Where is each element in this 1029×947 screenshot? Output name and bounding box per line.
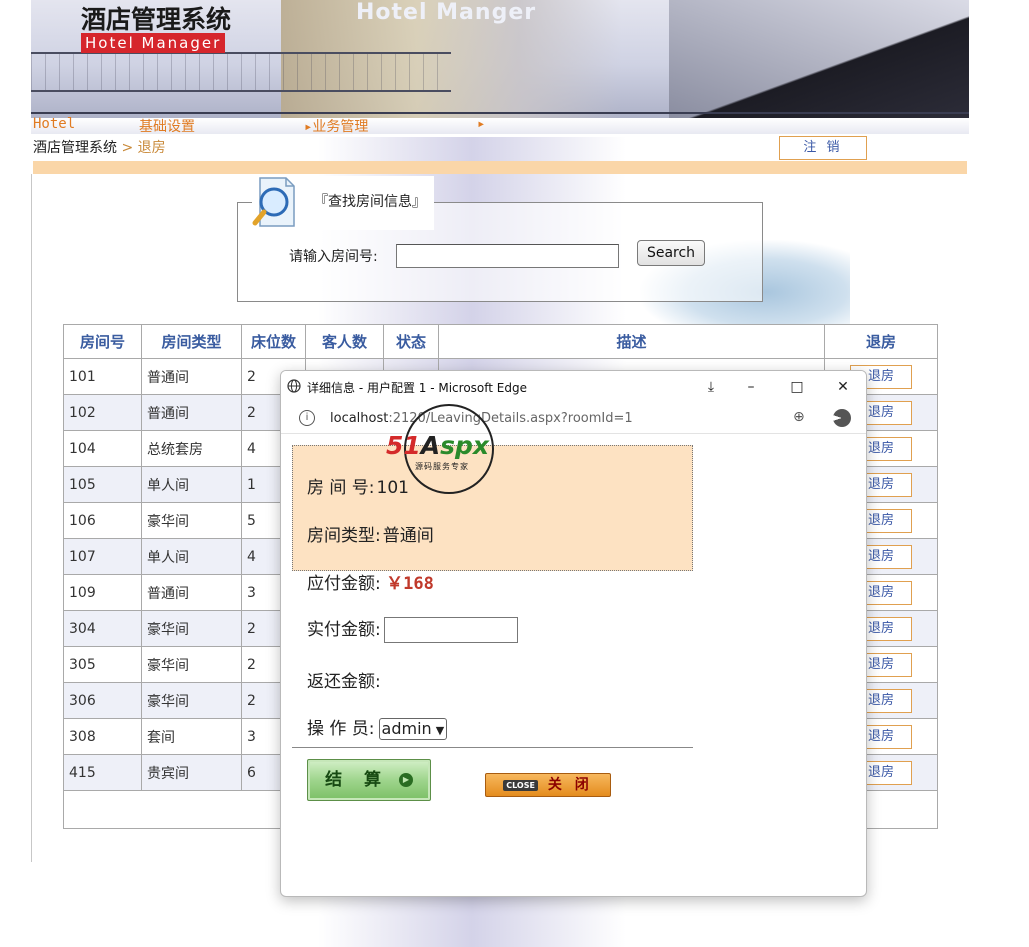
watermark-logo: 51Aspx 源码服务专家 <box>386 404 516 494</box>
header-checkout: 退房 <box>824 324 938 359</box>
edge-icon[interactable] <box>833 409 851 427</box>
change-label: 返还金额: <box>307 672 381 692</box>
change-row: 返还金额: <box>307 667 381 692</box>
paid-row: 实付金额: <box>307 615 518 643</box>
room-number-cell: 105 <box>63 466 142 503</box>
room-number-cell: 304 <box>63 610 142 647</box>
close-label: 关 闭 <box>547 777 593 793</box>
paid-amount-input[interactable] <box>383 617 518 643</box>
breadcrumb: 酒店管理系统 > 退房 <box>33 137 166 157</box>
details-popup-window: 详细信息 - 用户配置 1 - Microsoft Edge ⤓ – □ ✕ i… <box>280 370 867 897</box>
popup-title: 详细信息 - 用户配置 1 - Microsoft Edge <box>307 381 527 395</box>
logo-english: Hotel Manager <box>81 33 226 53</box>
room-number-cell: 106 <box>63 502 142 539</box>
search-label: 请输入房间号: <box>289 249 378 265</box>
header-description: 描述 <box>438 324 825 359</box>
operator-select[interactable]: admin ▼ <box>378 718 448 740</box>
close-button[interactable]: CLOSE 关 闭 <box>485 773 611 797</box>
room-number-cell: 305 <box>63 646 142 683</box>
room-type-cell: 套间 <box>141 718 242 755</box>
watermark-subtitle: 源码服务专家 <box>415 462 469 471</box>
zoom-icon[interactable]: ⊕ <box>793 409 805 425</box>
table-header-row: 房间号 房间类型 床位数 客人数 状态 描述 退房 <box>63 324 938 359</box>
room-number-cell: 107 <box>63 538 142 575</box>
header-guests: 客人数 <box>305 324 384 359</box>
header-room-no: 房间号 <box>63 324 142 359</box>
search-button[interactable]: Search <box>637 240 705 266</box>
room-type-cell: 贵宾间 <box>141 754 242 791</box>
download-icon[interactable]: ⤓ <box>697 376 725 398</box>
room-number-cell: 306 <box>63 682 142 719</box>
room-number-cell: 104 <box>63 430 142 467</box>
room-number-cell: 101 <box>63 358 142 395</box>
nav-item-basic-settings[interactable]: 基础设置 <box>139 116 195 136</box>
room-type-label: 房间类型: <box>307 526 381 546</box>
close-tag: CLOSE <box>503 779 538 791</box>
room-type-cell: 总统套房 <box>141 430 242 467</box>
logo-chinese: 酒店管理系统 <box>81 5 232 34</box>
content-left-border <box>31 174 32 862</box>
room-number-input[interactable] <box>396 244 619 268</box>
banner-city-photo <box>669 0 969 118</box>
popup-address-bar: i localhost:2120/LeavingDetails.aspx?roo… <box>281 404 866 434</box>
popup-body: 房 间 号: 101 房间类型: 普通间 应付金额: ￥168 实付金额: 返还金额… <box>281 435 866 896</box>
room-type-row: 房间类型: 普通间 <box>307 521 434 546</box>
watermark-brand: 51Aspx <box>386 431 490 460</box>
room-type-cell: 普通间 <box>141 574 242 611</box>
header-room-type: 房间类型 <box>141 324 242 359</box>
room-type-cell: 豪华间 <box>141 610 242 647</box>
logout-button[interactable]: 注 销 <box>779 136 867 160</box>
room-type-cell: 豪华间 <box>141 646 242 683</box>
header-banner: 酒店管理系统 Hotel Manager Hotel Manger <box>31 0 969 118</box>
payable-row: 应付金额: ￥168 <box>307 569 434 594</box>
search-legend: 『查找房间信息』 <box>252 176 434 230</box>
breadcrumb-separator: > <box>117 140 138 156</box>
header-status: 状态 <box>383 324 439 359</box>
room-type-cell: 豪华间 <box>141 502 242 539</box>
info-icon[interactable]: i <box>299 410 315 426</box>
room-number-cell: 308 <box>63 718 142 755</box>
payable-label: 应付金额: <box>307 574 381 594</box>
settle-button[interactable]: 结 算 ▶ <box>307 759 431 801</box>
globe-icon <box>287 379 301 393</box>
top-nav: Hotel 基础设置 ▸业务管理 ▸ <box>31 116 969 136</box>
banner-title: Hotel Manger <box>356 0 537 25</box>
payable-amount: ￥168 <box>386 574 434 594</box>
search-document-icon <box>252 176 298 230</box>
popup-titlebar: 详细信息 - 用户配置 1 - Microsoft Edge ⤓ – □ ✕ <box>281 371 866 403</box>
nav-item-hotel[interactable]: Hotel <box>33 116 75 132</box>
settle-label: 结 算 <box>325 770 389 790</box>
room-number-label: 房 间 号: <box>307 478 375 498</box>
paid-label: 实付金额: <box>307 620 381 640</box>
search-legend-title: 『查找房间信息』 <box>314 194 426 210</box>
room-number-cell: 415 <box>63 754 142 791</box>
header-beds: 床位数 <box>241 324 306 359</box>
room-type-cell: 普通间 <box>141 394 242 431</box>
breadcrumb-root[interactable]: 酒店管理系统 <box>33 140 117 156</box>
nav-item-more[interactable]: ▸ <box>477 116 485 132</box>
chevron-down-icon: ▼ <box>435 724 445 737</box>
room-number-cell: 102 <box>63 394 142 431</box>
play-icon: ▶ <box>398 773 413 787</box>
room-type-cell: 豪华间 <box>141 682 242 719</box>
room-number-cell: 109 <box>63 574 142 611</box>
nav-item-business[interactable]: ▸业务管理 <box>304 116 368 136</box>
banner-stripe <box>31 112 969 114</box>
breadcrumb-current: 退房 <box>137 140 166 156</box>
room-type-cell: 普通间 <box>141 358 242 395</box>
banner-ruler-decoration <box>31 52 451 92</box>
maximize-icon[interactable]: □ <box>783 376 811 398</box>
operator-row: 操 作 员: admin ▼ <box>307 714 448 740</box>
room-type-cell: 单人间 <box>141 466 242 503</box>
close-window-icon[interactable]: ✕ <box>829 376 857 398</box>
minimize-icon[interactable]: – <box>737 376 765 398</box>
operator-label: 操 作 员: <box>307 719 375 739</box>
room-type-value: 普通间 <box>382 526 434 546</box>
popup-divider <box>292 747 693 748</box>
room-type-cell: 单人间 <box>141 538 242 575</box>
header-divider-bar <box>33 161 967 174</box>
